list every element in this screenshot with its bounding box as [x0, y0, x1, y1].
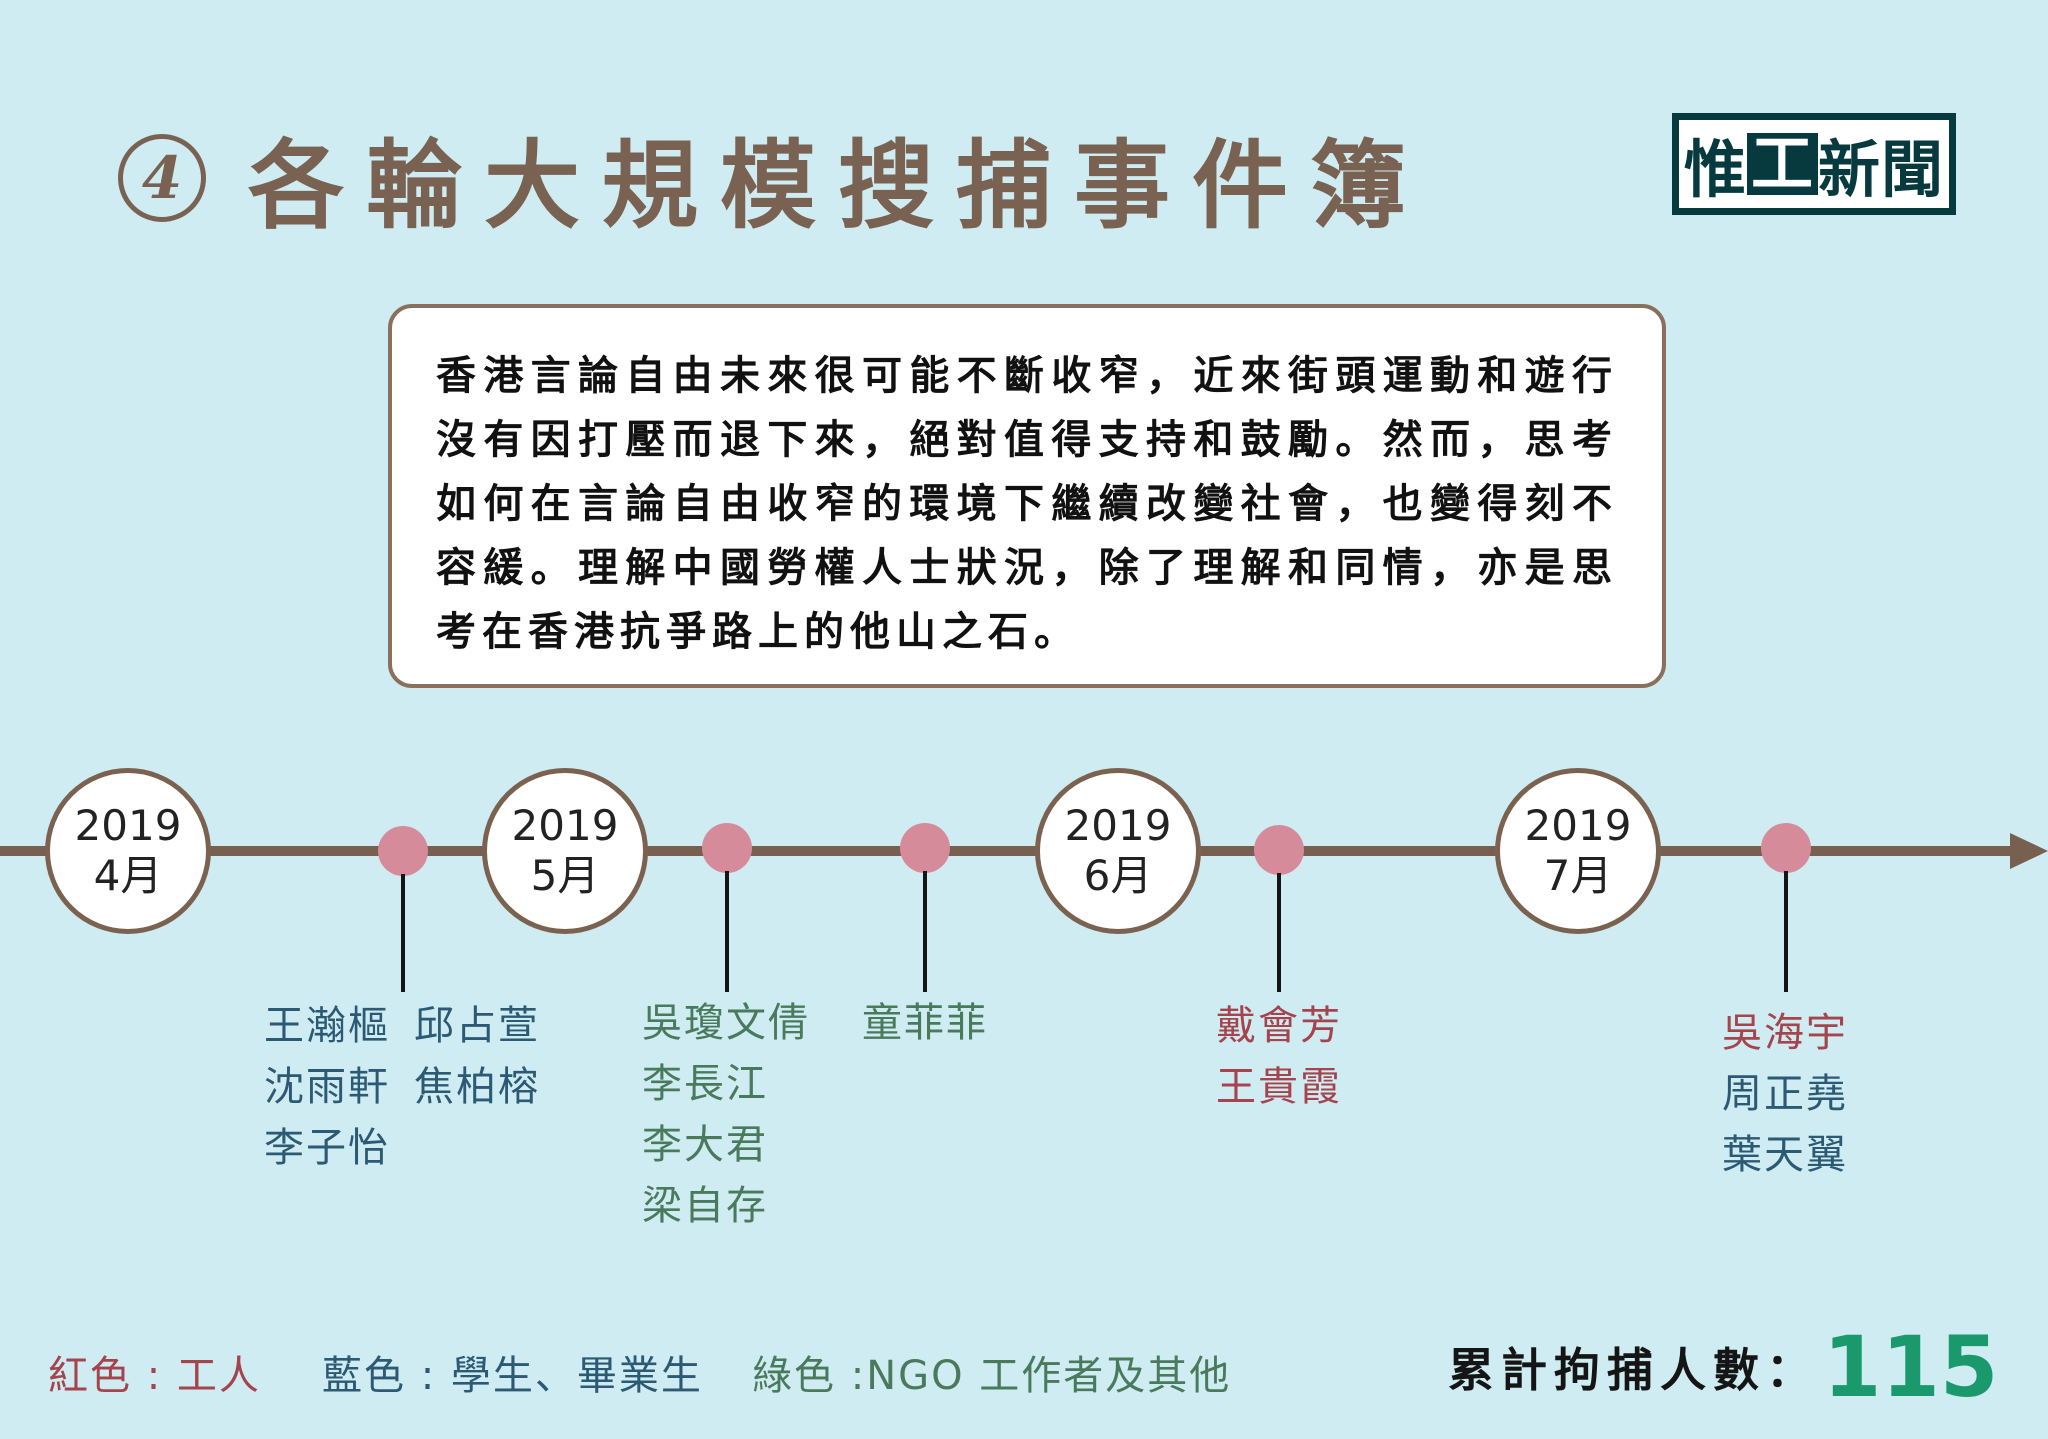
- month-label: 5月: [530, 851, 600, 900]
- arrestee-name: 童菲菲: [862, 1000, 988, 1046]
- name-row: 童菲菲: [862, 993, 988, 1054]
- arrestee-name: 戴會芳: [1216, 1003, 1342, 1049]
- name-row: 王貴霞: [1216, 1057, 1342, 1118]
- event-dot: [378, 826, 428, 876]
- arrestee-name: 焦柏榕: [414, 1064, 540, 1110]
- arrestee-name: 梁自存: [642, 1183, 768, 1229]
- event-names-group-3: 童菲菲: [862, 993, 988, 1054]
- name-row: 李長江: [642, 1054, 810, 1115]
- arrestee-name: 王貴霞: [1216, 1064, 1342, 1110]
- timeline-axis: [0, 846, 2020, 856]
- legend-red-workers: 紅色 : 工人: [48, 1353, 261, 1399]
- month-marker-2019-07: 2019 7月: [1495, 768, 1661, 934]
- page-header: 4 各輪大規模搜捕事件簿: [118, 108, 1428, 247]
- name-row: 王瀚樞 邱占萱: [264, 996, 540, 1057]
- intro-box: 香港言論自由未來很可能不斷收窄，近來街頭運動和遊行沒有因打壓而退下來，絕對值得支…: [388, 304, 1666, 688]
- arrestee-name: 吳瓊文倩: [642, 1000, 810, 1046]
- legend-green-ngo: 綠色 :NGO 工作者及其他: [752, 1353, 1232, 1399]
- logo-text-1: 惟: [1683, 133, 1747, 206]
- arrestee-name: 沈雨軒: [264, 1064, 390, 1110]
- intro-text: 香港言論自由未來很可能不斷收窄，近來街頭運動和遊行沒有因打壓而退下來，絕對值得支…: [436, 352, 1618, 655]
- month-marker-2019-06: 2019 6月: [1035, 768, 1201, 934]
- arrestee-name: 李子怡: [264, 1125, 390, 1171]
- month-year: 2019: [511, 801, 619, 850]
- name-row: 周正堯: [1722, 1064, 1848, 1125]
- logo-text-3: 新聞: [1818, 133, 1945, 206]
- event-stem: [1784, 871, 1788, 992]
- month-label: 6月: [1083, 851, 1153, 900]
- name-row: 沈雨軒 焦柏榕: [264, 1057, 540, 1118]
- name-row: 李子怡: [264, 1118, 540, 1179]
- page-title: 各輪大規模搜捕事件簿: [248, 130, 1428, 242]
- event-stem: [725, 871, 729, 992]
- name-row: 梁自存: [642, 1176, 810, 1237]
- event-stem: [923, 871, 927, 992]
- section-number-badge: 4: [118, 133, 206, 222]
- month-label: 4月: [93, 851, 163, 900]
- total-arrests-label: 累計拘捕人數：: [1448, 1343, 1819, 1397]
- event-names-group-5: 吳海宇 周正堯 葉天翼: [1722, 1003, 1848, 1186]
- month-year: 2019: [74, 801, 182, 850]
- arrestee-name: 李大君: [642, 1122, 768, 1168]
- name-row: 李大君: [642, 1115, 810, 1176]
- timeline-arrow-icon: [2010, 833, 2048, 869]
- arrestee-name: 王瀚樞: [264, 1003, 390, 1049]
- event-dot: [1254, 825, 1304, 875]
- arrestee-name: 吳海宇: [1722, 1010, 1848, 1056]
- name-row: 吳瓊文倩: [642, 993, 810, 1054]
- legend-blue-students: 藍色 : 學生、畢業生: [322, 1353, 703, 1399]
- month-marker-2019-05: 2019 5月: [482, 768, 648, 934]
- month-year: 2019: [1524, 801, 1632, 850]
- month-year: 2019: [1064, 801, 1172, 850]
- event-dot: [1761, 823, 1811, 873]
- event-names-group-4: 戴會芳 王貴霞: [1216, 996, 1342, 1118]
- event-stem: [1277, 873, 1281, 992]
- logo-text-2: 工: [1746, 133, 1818, 195]
- month-marker-2019-04: 2019 4月: [45, 768, 211, 934]
- arrestee-name: 周正堯: [1722, 1071, 1848, 1117]
- arrestee-name: 邱占萱: [414, 1003, 540, 1049]
- name-row: 戴會芳: [1216, 996, 1342, 1057]
- total-arrests-value: 115: [1823, 1318, 1999, 1416]
- month-label: 7月: [1543, 851, 1613, 900]
- event-stem: [401, 874, 405, 992]
- arrestee-name: 葉天翼: [1722, 1132, 1848, 1178]
- name-row: 吳海宇: [1722, 1003, 1848, 1064]
- event-dot: [900, 823, 950, 873]
- name-row: 葉天翼: [1722, 1125, 1848, 1186]
- event-names-group-1: 王瀚樞 邱占萱 沈雨軒 焦柏榕 李子怡: [264, 996, 540, 1179]
- publisher-logo: 惟 工 新聞: [1672, 113, 1956, 215]
- arrestee-name: 李長江: [642, 1061, 768, 1107]
- event-dot: [702, 823, 752, 873]
- total-arrests: 累計拘捕人數： 115: [1448, 1318, 1998, 1416]
- event-names-group-2: 吳瓊文倩 李長江 李大君 梁自存: [642, 993, 810, 1237]
